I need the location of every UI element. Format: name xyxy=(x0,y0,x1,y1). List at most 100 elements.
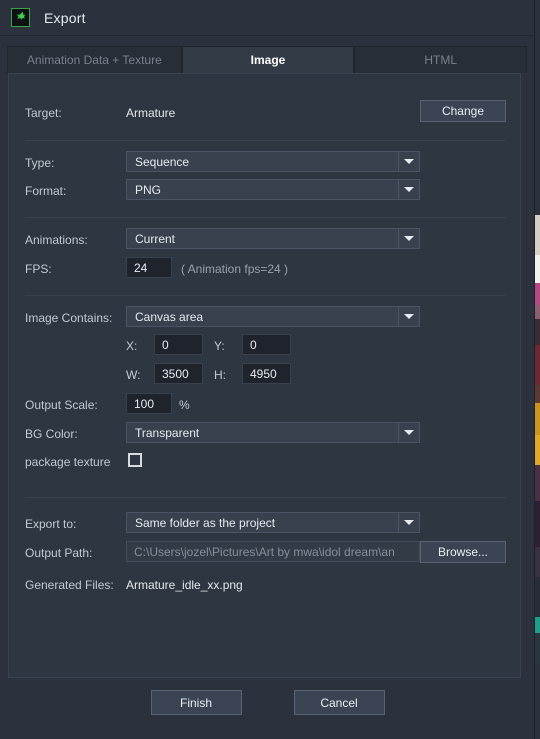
background-sliver-segment xyxy=(535,403,540,435)
x-input[interactable]: 0 xyxy=(154,334,203,355)
background-sliver-segment xyxy=(535,577,540,617)
output-path-label-row: Output Path: xyxy=(25,542,92,563)
chevron-down-icon xyxy=(398,513,419,532)
y-input[interactable]: 0 xyxy=(242,334,291,355)
export-to-label-row: Export to: xyxy=(25,513,76,534)
background-sliver-segment xyxy=(535,345,540,385)
image-contains-label: Image Contains: xyxy=(25,310,113,325)
format-dropdown-value: PNG xyxy=(135,182,162,197)
export-app-icon xyxy=(11,8,30,27)
chevron-down-icon xyxy=(398,307,419,326)
format-label: Format: xyxy=(25,183,67,198)
format-dropdown[interactable]: PNG xyxy=(126,179,420,200)
chevron-down-icon xyxy=(398,152,419,171)
fps-hint-row: ( Animation fps=24 ) xyxy=(181,258,288,279)
background-sliver-segment xyxy=(535,385,540,403)
tab-html[interactable]: HTML xyxy=(354,46,528,73)
output-path-label: Output Path: xyxy=(25,545,93,560)
background-sliver-segment xyxy=(535,0,540,215)
output-path-input[interactable]: C:\Users\jozel\Pictures\Art by mwa\idol … xyxy=(126,541,420,562)
cancel-button[interactable]: Cancel xyxy=(293,690,385,715)
export-options-panel: Target: Armature Change Type: Sequence F… xyxy=(8,73,521,678)
type-label: Type: xyxy=(25,155,55,170)
h-input[interactable]: 4950 xyxy=(242,363,291,384)
generated-files-value: Armature_idle_xx.png xyxy=(126,577,243,592)
generated-files-value-row: Armature_idle_xx.png xyxy=(126,574,243,595)
chevron-down-icon xyxy=(398,229,419,248)
generated-files-label: Generated Files: xyxy=(25,577,114,592)
fps-input[interactable]: 24 xyxy=(126,257,172,278)
background-sliver-segment xyxy=(535,617,540,633)
fps-label-row: FPS: xyxy=(25,258,52,279)
background-app-sliver xyxy=(535,0,540,739)
background-sliver-segment xyxy=(535,283,540,305)
package-texture-label-row: package texture xyxy=(25,451,110,472)
fps-hint: ( Animation fps=24 ) xyxy=(181,261,289,276)
image-contains-dropdown[interactable]: Canvas area xyxy=(126,306,420,327)
window-title: Export xyxy=(44,9,86,26)
format-label-row: Format: xyxy=(25,180,66,201)
bg-color-label: BG Color: xyxy=(25,426,78,441)
background-sliver-segment xyxy=(535,319,540,345)
type-label-row: Type: xyxy=(25,152,54,173)
generated-files-label-row: Generated Files: xyxy=(25,574,114,595)
background-sliver-segment xyxy=(535,215,540,255)
x-label-row: X: xyxy=(126,335,137,356)
background-sliver-segment xyxy=(535,663,540,739)
output-scale-unit-row: % xyxy=(179,394,190,415)
chevron-down-icon xyxy=(398,423,419,442)
export-dialog-window: Export Animation Data + Texture Image HT… xyxy=(0,0,535,739)
h-label-row: H: xyxy=(214,364,226,385)
background-sliver-segment xyxy=(535,633,540,663)
output-scale-label: Output Scale: xyxy=(25,397,98,412)
animations-dropdown[interactable]: Current xyxy=(126,228,420,249)
animations-dropdown-value: Current xyxy=(135,231,176,246)
export-to-label: Export to: xyxy=(25,516,77,531)
w-label: W: xyxy=(126,367,141,382)
title-bar: Export xyxy=(0,0,534,36)
image-contains-dropdown-value: Canvas area xyxy=(135,309,204,324)
target-label: Target: xyxy=(25,105,62,120)
finish-button[interactable]: Finish xyxy=(150,690,242,715)
background-sliver-segment xyxy=(535,305,540,319)
w-input[interactable]: 3500 xyxy=(154,363,203,384)
bg-color-dropdown-value: Transparent xyxy=(135,425,200,440)
percent-symbol: % xyxy=(179,397,190,412)
background-sliver-segment xyxy=(535,501,540,547)
animations-label-row: Animations: xyxy=(25,229,88,250)
background-sliver-segment xyxy=(535,547,540,577)
fps-label: FPS: xyxy=(25,261,52,276)
bg-color-dropdown[interactable]: Transparent xyxy=(126,422,420,443)
browse-button[interactable]: Browse... xyxy=(420,541,506,563)
bg-color-label-row: BG Color: xyxy=(25,423,78,444)
section-divider-1 xyxy=(25,140,506,141)
package-texture-checkbox[interactable] xyxy=(128,453,142,467)
change-target-button[interactable]: Change xyxy=(420,100,506,122)
target-value: Armature xyxy=(126,105,176,120)
w-label-row: W: xyxy=(126,364,140,385)
animations-label: Animations: xyxy=(25,232,88,247)
tab-animation-data-texture[interactable]: Animation Data + Texture xyxy=(7,46,182,73)
section-divider-3 xyxy=(25,295,506,296)
x-label: X: xyxy=(126,338,138,353)
target-value-row: Armature xyxy=(126,102,175,123)
tab-bar: Animation Data + Texture Image HTML xyxy=(0,36,534,73)
output-scale-input[interactable]: 100 xyxy=(126,393,172,414)
export-to-dropdown[interactable]: Same folder as the project xyxy=(126,512,420,533)
chevron-down-icon xyxy=(398,180,419,199)
image-contains-label-row: Image Contains: xyxy=(25,307,112,328)
y-label-row: Y: xyxy=(214,335,225,356)
type-dropdown[interactable]: Sequence xyxy=(126,151,420,172)
section-divider-4 xyxy=(25,497,506,498)
background-sliver-segment xyxy=(535,465,540,501)
package-texture-label: package texture xyxy=(25,454,111,469)
dialog-footer: Finish Cancel xyxy=(0,690,535,715)
type-dropdown-value: Sequence xyxy=(135,154,190,169)
background-sliver-segment xyxy=(535,255,540,283)
tab-image[interactable]: Image xyxy=(181,46,355,73)
export-to-dropdown-value: Same folder as the project xyxy=(135,515,276,530)
output-scale-label-row: Output Scale: xyxy=(25,394,98,415)
background-sliver-segment xyxy=(535,435,540,465)
y-label: Y: xyxy=(214,338,225,353)
h-label: H: xyxy=(214,367,226,382)
